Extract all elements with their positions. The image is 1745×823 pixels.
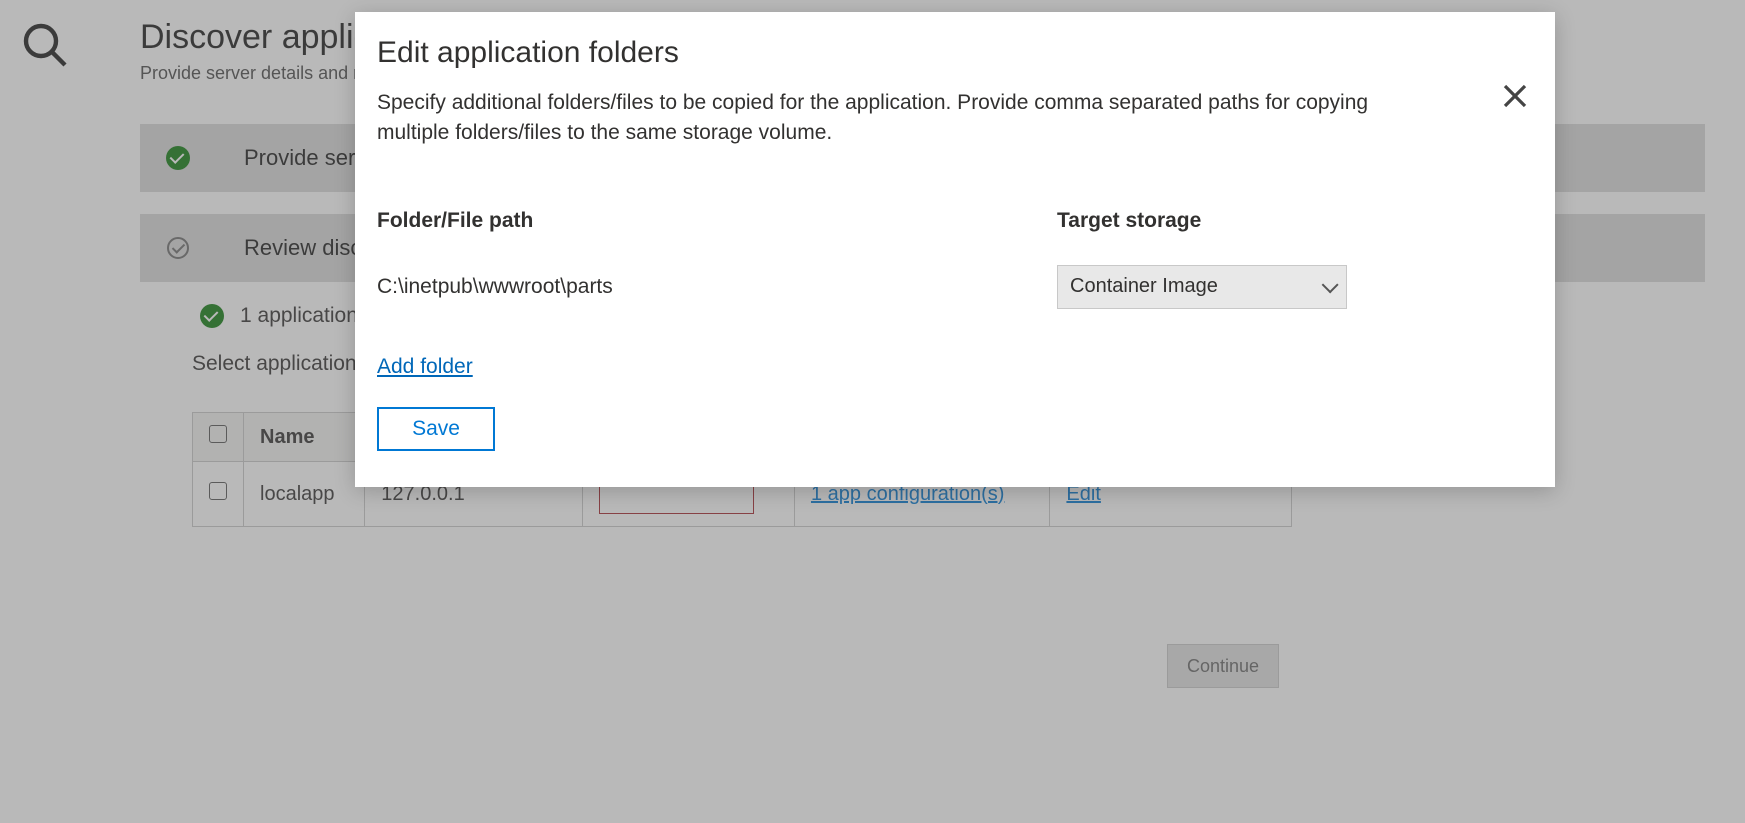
save-button[interactable]: Save [377, 407, 495, 451]
add-folder-link[interactable]: Add folder [377, 355, 473, 378]
dialog-description: Specify additional folders/files to be c… [355, 88, 1455, 149]
edit-folders-dialog: Edit application folders Specify additio… [355, 12, 1555, 487]
close-icon[interactable] [1497, 78, 1533, 114]
folder-row: C:\inetpub\wwwroot\parts Container Image [355, 265, 1555, 309]
col-target-storage: Target storage [1057, 209, 1533, 233]
add-folder-row: Add folder [355, 355, 1555, 379]
storage-selected-value: Container Image [1070, 275, 1218, 298]
dialog-column-headers: Folder/File path Target storage [355, 209, 1555, 233]
chevron-down-icon [1322, 276, 1339, 293]
folder-path-value: C:\inetpub\wwwroot\parts [377, 275, 1057, 299]
col-folder-path: Folder/File path [377, 209, 1057, 233]
dialog-title: Edit application folders [355, 36, 1555, 88]
target-storage-select[interactable]: Container Image [1057, 265, 1347, 309]
